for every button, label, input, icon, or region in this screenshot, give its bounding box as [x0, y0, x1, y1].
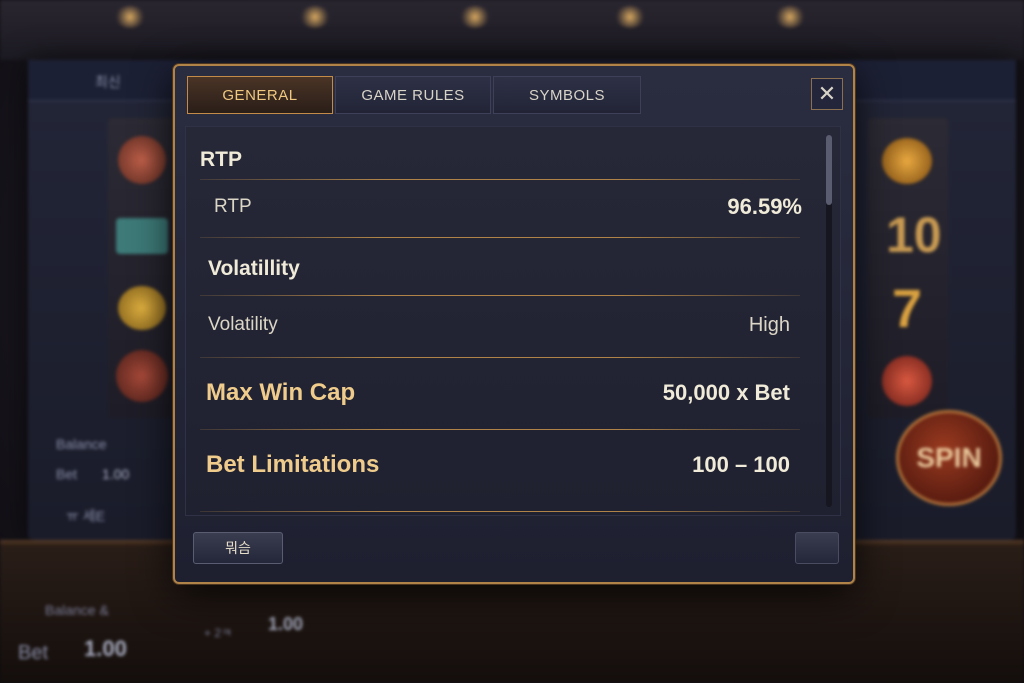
max-win-label: Max Win Cap	[206, 379, 356, 406]
bell-symbol	[882, 138, 932, 184]
cherry-symbol	[882, 356, 932, 406]
ceiling-light	[775, 6, 805, 28]
counter-bet-label: Bet	[18, 642, 49, 664]
cherry-symbol	[116, 350, 168, 402]
rtp-value: 96.59%	[727, 194, 802, 219]
bar-symbol	[116, 218, 168, 254]
rtp-section-header: RTP	[200, 145, 800, 175]
rtp-row: RTP 96.59%	[214, 189, 802, 225]
tab-general[interactable]: GENERAL	[187, 76, 333, 114]
bell-symbol	[118, 286, 166, 330]
counter-bet-value: 1.00	[84, 636, 127, 661]
divider	[200, 179, 800, 180]
left-reel	[108, 118, 174, 418]
volatility-value: High	[748, 313, 790, 336]
tab-symbols[interactable]: SYMBOLS	[493, 76, 641, 114]
footer-button-label: 뭐슴	[225, 541, 251, 557]
bet-limits-label: Bet Limitations	[206, 451, 380, 478]
tab-symbols-label: SYMBOLS	[528, 86, 606, 104]
max-win-value: 50,000 x Bet	[662, 380, 790, 405]
volatility-label: Volatility	[208, 314, 278, 335]
footer-button[interactable]: 뭐슴	[193, 532, 283, 564]
right-reel: 10 7	[868, 118, 948, 418]
bg-bet-value: 1.00	[102, 466, 130, 482]
fruit-symbol	[118, 136, 166, 184]
close-button[interactable]: ✕	[811, 78, 843, 110]
scrollbar-thumb[interactable]	[826, 135, 832, 205]
bg-bet-label: Bet	[56, 466, 78, 482]
divider	[200, 511, 800, 512]
bet-limits-row: Bet Limitations 100 – 100	[206, 443, 790, 487]
ceiling-light	[115, 6, 145, 28]
divider	[200, 295, 800, 296]
info-modal: GENERAL GAME RULES SYMBOLS ✕ RTP RTP 96.…	[173, 64, 855, 584]
divider	[200, 357, 800, 358]
volatility-section-header: Volatillity	[208, 249, 808, 289]
footer-right-button[interactable]	[795, 532, 839, 564]
divider	[200, 237, 800, 238]
ceiling-light	[300, 6, 330, 28]
spin-button[interactable]: SPIN	[896, 410, 1002, 506]
tab-general-label: GENERAL	[222, 86, 298, 104]
bet-limits-value: 100 – 100	[692, 452, 790, 477]
close-icon: ✕	[817, 81, 837, 107]
volatility-title: Volatillity	[208, 257, 300, 280]
tab-game-rules[interactable]: GAME RULES	[335, 76, 491, 114]
tab-game-rules-label: GAME RULES	[361, 86, 465, 104]
rtp-title: RTP	[200, 148, 242, 171]
counter-mid-value: 1.00	[268, 614, 304, 634]
info-content[interactable]: RTP RTP 96.59% Volatillity Volatility Hi…	[185, 126, 841, 516]
rtp-label: RTP	[214, 196, 252, 217]
bg-header-text: 최신	[95, 74, 121, 90]
bg-balance-label: Balance	[56, 436, 107, 452]
seven-symbol: 7	[892, 279, 923, 339]
volatility-row: Volatility High	[208, 305, 790, 345]
spin-label: SPIN	[916, 442, 982, 473]
tab-bar: GENERAL GAME RULES SYMBOLS	[187, 76, 643, 114]
max-win-row: Max Win Cap 50,000 x Bet	[206, 371, 790, 415]
ceiling	[0, 0, 1024, 60]
counter-balance-label: Balance &	[45, 602, 109, 618]
ceiling-light	[615, 6, 645, 28]
divider	[200, 429, 800, 430]
counter-plus-text: + 2ㅋ	[204, 626, 233, 640]
bg-footer-text: ㅠ 세E	[66, 508, 105, 524]
scrollbar[interactable]	[826, 135, 832, 507]
ceiling-light	[460, 6, 490, 28]
reel-number: 10	[886, 207, 942, 263]
